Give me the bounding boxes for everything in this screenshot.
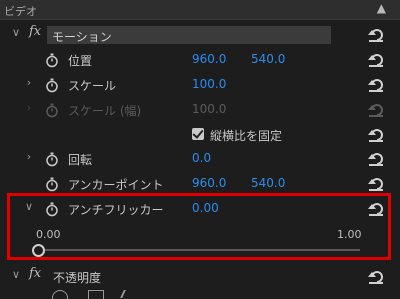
reset-icon[interactable]	[366, 267, 386, 285]
stopwatch-icon[interactable]	[44, 151, 60, 167]
reset-icon[interactable]	[366, 50, 386, 68]
reset-icon[interactable]	[366, 25, 386, 43]
effect-opacity-header[interactable]: ∨ fx 不透明度	[0, 265, 400, 289]
stopwatch-icon[interactable]	[44, 176, 60, 192]
reset-icon[interactable]	[366, 149, 386, 167]
property-row-scale: › スケール 100.0	[0, 73, 400, 97]
property-label: スケール	[68, 79, 117, 93]
effect-name: 不透明度	[53, 271, 102, 285]
property-label: 位置	[68, 54, 93, 68]
reset-icon[interactable]	[366, 75, 386, 93]
uniform-scale-label: 縦横比を固定	[210, 129, 283, 143]
position-x-value[interactable]: 960.0	[192, 52, 226, 66]
position-y-value[interactable]: 540.0	[251, 52, 285, 66]
ellipse-mask-icon[interactable]	[52, 290, 68, 299]
property-label: アンチフリッカー	[68, 203, 164, 217]
panel-title: ビデオ	[4, 5, 37, 18]
chevron-right-icon[interactable]: ›	[22, 76, 36, 89]
reset-icon[interactable]	[366, 174, 386, 192]
effect-motion-header[interactable]: ∨ fx モーション	[0, 23, 400, 47]
antiflicker-slider-handle[interactable]	[32, 244, 45, 257]
fx-icon[interactable]: fx	[29, 24, 41, 39]
property-label: スケール (幅)	[68, 104, 142, 118]
chevron-right-icon: ›	[26, 101, 32, 114]
fx-icon[interactable]: fx	[29, 266, 41, 281]
reset-icon	[366, 100, 386, 118]
rectangle-mask-icon[interactable]	[88, 290, 104, 299]
uniform-scale-row: 縦横比を固定	[0, 123, 400, 147]
antiflicker-slider-track[interactable]	[38, 249, 360, 251]
reset-icon[interactable]	[366, 199, 386, 217]
property-label: アンカーポイント	[68, 178, 164, 192]
stopwatch-icon[interactable]	[44, 201, 60, 217]
property-row-scale-width: › スケール (幅) 100.0	[0, 98, 400, 122]
rotation-value[interactable]: 0.0	[192, 151, 211, 165]
chevron-up-icon[interactable]: ▲	[377, 1, 386, 15]
panel-header: ビデオ ▲	[0, 0, 400, 20]
slider-min-label: 0.00	[36, 228, 61, 241]
scale-width-value: 100.0	[192, 102, 227, 116]
stopwatch-icon[interactable]	[44, 77, 60, 93]
anchor-y-value[interactable]: 540.0	[251, 176, 285, 190]
chevron-down-icon[interactable]: ∨	[22, 200, 36, 213]
stopwatch-icon[interactable]	[44, 52, 60, 68]
slider-max-label: 1.00	[337, 228, 362, 241]
property-row-antiflicker: ∨ アンチフリッカー 0.00	[0, 197, 400, 221]
property-row-rotation: › 回転 0.0	[0, 147, 400, 171]
effect-name: モーション	[47, 26, 331, 44]
anchor-x-value[interactable]: 960.0	[192, 176, 226, 190]
antiflicker-value[interactable]: 0.00	[192, 201, 219, 215]
scale-value[interactable]: 100.0	[192, 77, 226, 91]
uniform-scale-checkbox[interactable]	[192, 128, 204, 140]
stopwatch-icon	[44, 102, 60, 118]
chevron-down-icon[interactable]: ∨	[9, 268, 23, 281]
property-row-position: 位置 960.0 540.0	[0, 48, 400, 72]
chevron-right-icon[interactable]: ›	[22, 150, 36, 163]
chevron-down-icon[interactable]: ∨	[9, 26, 23, 39]
property-label: 回転	[68, 153, 93, 167]
reset-icon[interactable]	[366, 125, 386, 143]
